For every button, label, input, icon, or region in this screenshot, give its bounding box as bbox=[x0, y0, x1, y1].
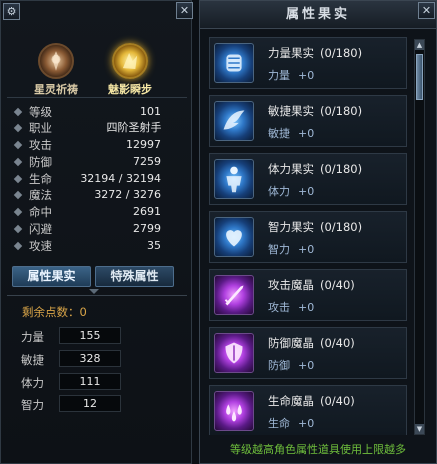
bullet-icon bbox=[13, 140, 23, 150]
bullet-icon bbox=[13, 123, 23, 133]
stat-row: 闪避 2799 bbox=[13, 221, 185, 237]
stat-row: 命中 2691 bbox=[13, 204, 185, 220]
stat-row: 攻击 12997 bbox=[13, 137, 185, 153]
skill-name: 魅影瞬步 bbox=[108, 83, 152, 96]
settings-icon[interactable]: ⚙ bbox=[3, 3, 20, 20]
bullet-icon bbox=[13, 241, 23, 251]
scroll-thumb[interactable] bbox=[416, 54, 423, 100]
shield-icon bbox=[214, 333, 254, 373]
scrollbar[interactable]: ▲ ▼ bbox=[414, 39, 425, 435]
list-item[interactable]: 体力果实 (0/180) 体力 +0 bbox=[209, 153, 407, 205]
attribute-row: 智力 12 bbox=[21, 395, 171, 413]
stat-row: 等级 101 bbox=[13, 104, 185, 120]
bullet-icon bbox=[13, 224, 23, 234]
attribute-value: 328 bbox=[59, 350, 121, 367]
bullet-icon bbox=[13, 190, 23, 200]
list-item[interactable]: 敏捷果实 (0/180) 敏捷 +0 bbox=[209, 95, 407, 147]
stat-row: 魔法 3272 / 3276 bbox=[13, 187, 185, 203]
divider-arrow-icon bbox=[89, 289, 99, 294]
stat-row: 生命 32194 / 32194 bbox=[13, 171, 185, 187]
attribute-row: 体力 111 bbox=[21, 373, 171, 391]
bullet-icon bbox=[13, 207, 23, 217]
drops-icon bbox=[214, 391, 254, 431]
close-icon[interactable]: ✕ bbox=[418, 2, 435, 19]
list-item[interactable]: 防御魔晶 (0/40) 防御 +0 bbox=[209, 327, 407, 379]
close-icon[interactable]: ✕ bbox=[176, 2, 193, 19]
panel-title: 属性果实 bbox=[200, 1, 436, 29]
body-icon bbox=[214, 159, 254, 199]
attribute-value: 12 bbox=[59, 395, 121, 412]
stat-row: 职业 四阶圣射手 bbox=[13, 120, 185, 136]
attribute-value: 111 bbox=[59, 373, 121, 390]
scroll-down-icon[interactable]: ▼ bbox=[415, 424, 424, 434]
divider bbox=[7, 295, 187, 296]
list-item[interactable]: 生命魔晶 (0/40) 生命 +0 bbox=[209, 385, 407, 435]
attribute-row: 力量 155 bbox=[21, 327, 171, 345]
tab-attribute-fruit[interactable]: 属性果实 bbox=[12, 266, 91, 287]
list-item[interactable]: 攻击魔晶 (0/40) 攻击 +0 bbox=[209, 269, 407, 321]
bullet-icon bbox=[13, 107, 23, 117]
stat-row: 攻速 35 bbox=[13, 238, 185, 254]
footer-hint: 等级越高角色属性道具使用上限越多 bbox=[230, 443, 406, 456]
remaining-points: 剩余点数：0 bbox=[22, 305, 87, 319]
character-panel: ⚙ 星灵祈祷 魅影瞬步 等级 101 职业 四阶圣射手 攻击 12997 防御 7259… bbox=[0, 0, 192, 464]
fist-icon bbox=[214, 43, 254, 83]
list-item[interactable]: 智力果实 (0/180) 智力 +0 bbox=[209, 211, 407, 263]
skill-name: 星灵祈祷 bbox=[34, 83, 78, 96]
heart-icon bbox=[214, 217, 254, 257]
wing-icon bbox=[214, 101, 254, 141]
attribute-fruit-panel: 属性果实 力量果实 (0/180) 力量 +0 敏捷果实 (0/180) 敏捷 +0 体… bbox=[199, 0, 437, 464]
attribute-row: 敏捷 328 bbox=[21, 350, 171, 368]
bullet-icon bbox=[13, 157, 23, 167]
tab-special-attributes[interactable]: 特殊属性 bbox=[95, 266, 174, 287]
fruit-list: 力量果实 (0/180) 力量 +0 敏捷果实 (0/180) 敏捷 +0 体力果实 (0… bbox=[209, 37, 409, 435]
attribute-value: 155 bbox=[59, 327, 121, 344]
skill-star-prayer-icon[interactable] bbox=[38, 43, 74, 79]
bullet-icon bbox=[13, 174, 23, 184]
sword-icon bbox=[214, 275, 254, 315]
list-item[interactable]: 力量果实 (0/180) 力量 +0 bbox=[209, 37, 407, 89]
skill-phantom-step-icon[interactable] bbox=[112, 43, 148, 79]
stat-row: 防御 7259 bbox=[13, 154, 185, 170]
scroll-up-icon[interactable]: ▲ bbox=[415, 40, 424, 50]
